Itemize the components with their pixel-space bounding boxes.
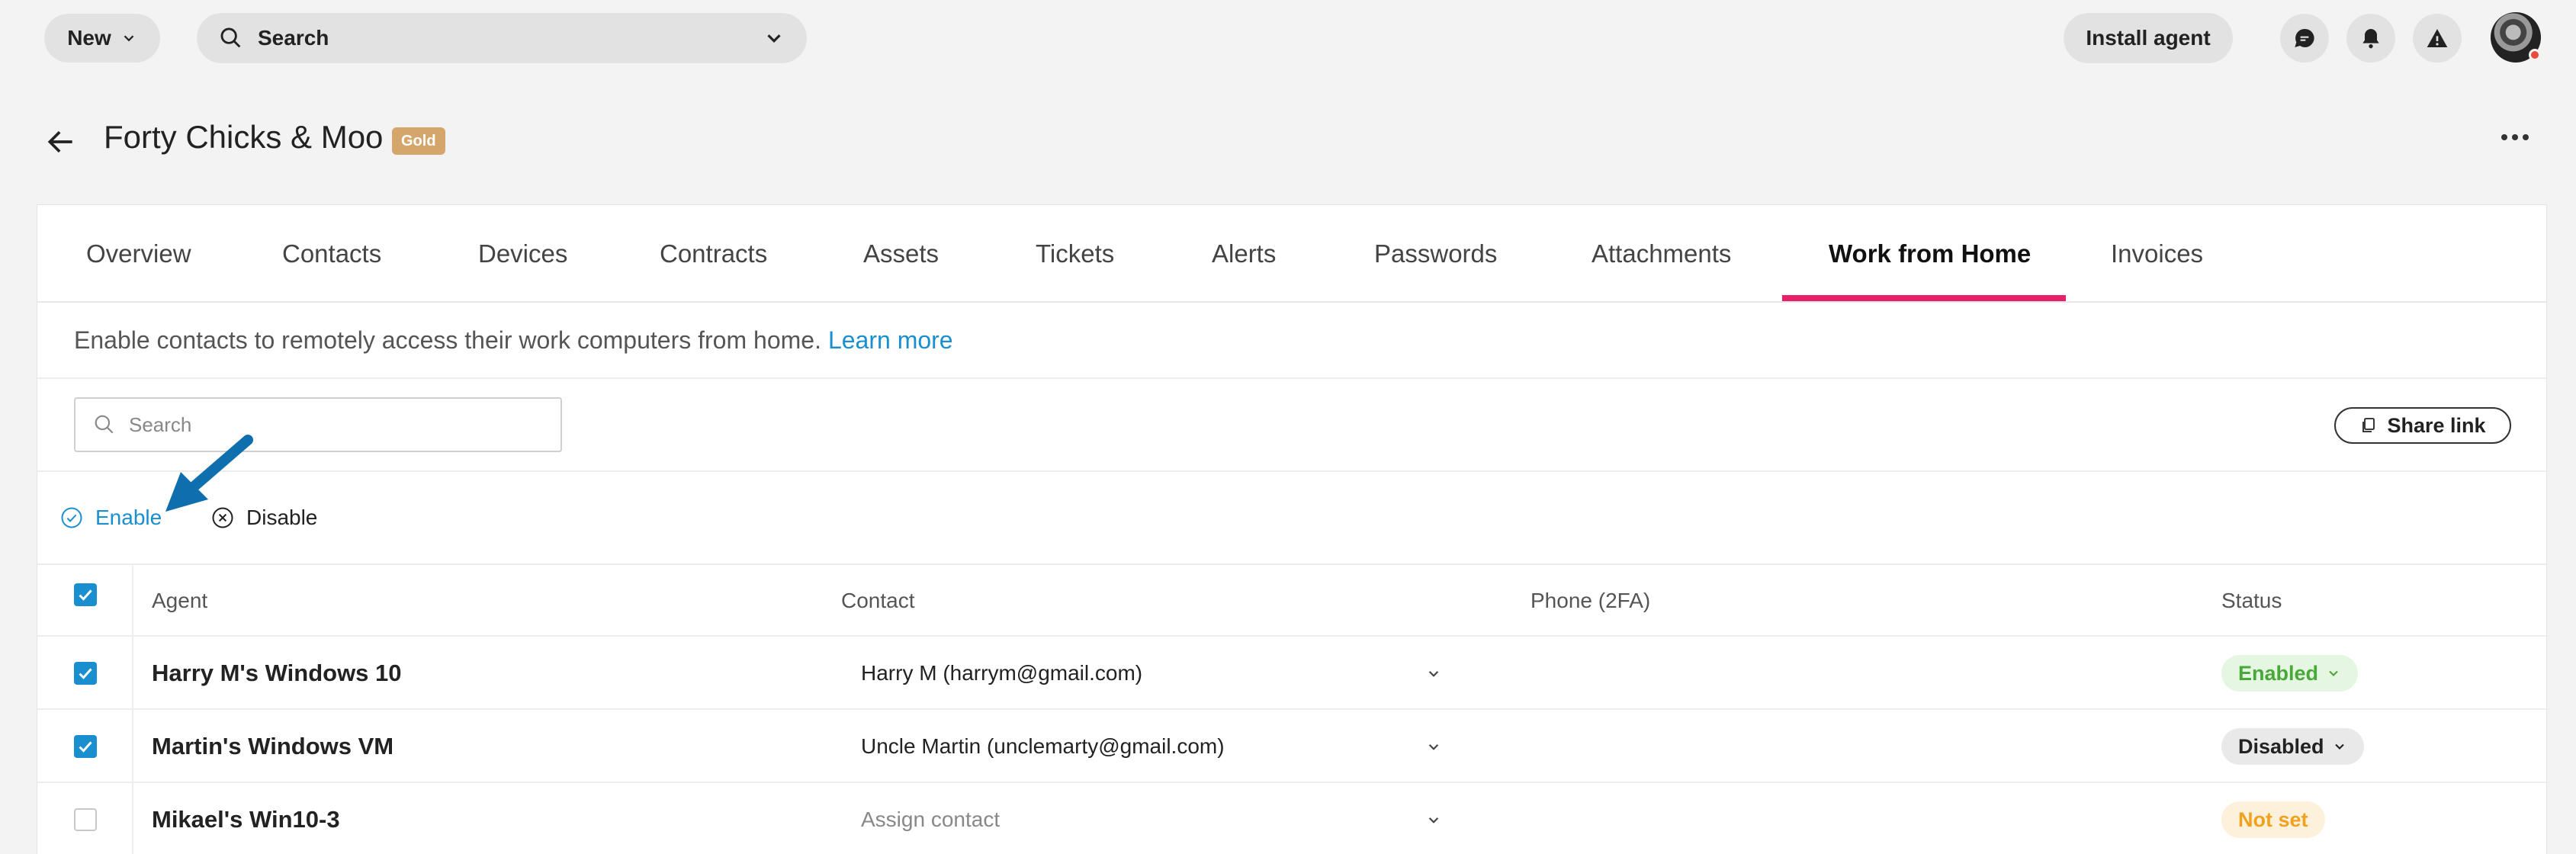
agent-name: Martin's Windows VM xyxy=(152,733,394,759)
checkmark-icon xyxy=(79,741,92,753)
status-dropdown-enabled[interactable]: Enabled xyxy=(2221,655,2359,692)
share-link-button[interactable]: Share link xyxy=(2334,407,2511,444)
page-title: Forty Chicks & Moo xyxy=(104,119,384,155)
select-all-checkbox[interactable] xyxy=(74,583,97,606)
agent-search-field[interactable] xyxy=(74,397,562,452)
contact-select[interactable]: Harry M (harrym@gmail.com) xyxy=(861,637,1142,710)
status-badge-not-set[interactable]: Not set xyxy=(2221,801,2325,838)
top-bar: New Search Install agent xyxy=(0,0,2576,76)
status-label: Disabled xyxy=(2238,734,2324,758)
bell-icon xyxy=(2362,29,2379,49)
column-header-status: Status xyxy=(2221,589,2282,612)
table-row: Harry M's Windows 10 Harry M (harrym@gma… xyxy=(37,637,2546,710)
table-row: Martin's Windows VM Uncle Martin (unclem… xyxy=(37,710,2546,783)
notifications-button[interactable] xyxy=(2346,14,2395,63)
copy-icon xyxy=(2362,418,2375,432)
agent-search-input[interactable] xyxy=(129,413,541,437)
global-search-label: Search xyxy=(258,26,329,50)
tab-overview[interactable]: Overview xyxy=(86,205,191,303)
share-link-label: Share link xyxy=(2387,413,2486,437)
tab-devices[interactable]: Devices xyxy=(478,205,567,303)
checkmark-icon xyxy=(79,589,92,601)
tab-passwords[interactable]: Passwords xyxy=(1374,205,1497,303)
row-checkbox[interactable] xyxy=(74,808,97,831)
tab-attachments[interactable]: Attachments xyxy=(1592,205,1731,303)
row-checkbox[interactable] xyxy=(74,662,97,685)
disable-label: Disable xyxy=(246,506,318,529)
contact-select[interactable]: Uncle Martin (unclemarty@gmail.com) xyxy=(861,710,1225,783)
new-button[interactable]: New xyxy=(44,14,160,63)
tier-badge: Gold xyxy=(392,127,445,155)
new-button-label: New xyxy=(67,26,111,50)
chat-icon xyxy=(2295,28,2314,47)
chevron-down-icon xyxy=(2334,743,2344,750)
learn-more-link[interactable]: Learn more xyxy=(828,326,953,355)
tab-work-from-home[interactable]: Work from Home xyxy=(1829,205,2031,303)
enable-button[interactable]: Enable xyxy=(60,499,162,536)
global-search[interactable]: Search xyxy=(197,13,807,63)
main-card: Overview Contacts Devices Contracts Asse… xyxy=(37,204,2547,854)
status-dot xyxy=(2529,49,2541,61)
install-agent-button[interactable]: Install agent xyxy=(2064,13,2233,63)
chevron-down-icon[interactable] xyxy=(1424,737,1444,756)
chevron-down-icon[interactable] xyxy=(1424,810,1444,830)
search-icon xyxy=(95,415,114,434)
status-label: Not set xyxy=(2238,807,2308,831)
tab-alerts[interactable]: Alerts xyxy=(1212,205,1276,303)
info-text: Enable contacts to remotely access their… xyxy=(74,326,821,354)
chevron-down-icon[interactable] xyxy=(763,27,785,50)
info-banner: Enable contacts to remotely access their… xyxy=(37,303,2546,379)
table-header xyxy=(37,565,2546,637)
row-checkbox[interactable] xyxy=(74,735,97,758)
contact-select[interactable]: Assign contact xyxy=(861,783,1000,854)
tab-bar: Overview Contacts Devices Contracts Asse… xyxy=(37,205,2546,303)
tab-contracts[interactable]: Contracts xyxy=(660,205,767,303)
column-header-contact: Contact xyxy=(841,589,915,612)
chevron-down-icon xyxy=(2329,670,2338,676)
alerts-button[interactable] xyxy=(2413,14,2462,63)
agent-name: Harry M's Windows 10 xyxy=(152,660,402,686)
check-circle-icon xyxy=(61,507,82,528)
avatar[interactable] xyxy=(2491,12,2541,63)
warning-icon xyxy=(2427,29,2448,47)
status-label: Enabled xyxy=(2238,661,2319,685)
enable-label: Enable xyxy=(95,506,162,529)
active-tab-indicator xyxy=(1782,295,2066,301)
table-row: Mikael's Win10-3 Assign contact Not set xyxy=(37,783,2546,854)
column-header-phone: Phone (2FA) xyxy=(1531,589,1651,612)
tab-assets[interactable]: Assets xyxy=(863,205,939,303)
checkmark-icon xyxy=(79,668,92,679)
search-icon xyxy=(220,27,241,48)
tab-tickets[interactable]: Tickets xyxy=(1036,205,1114,303)
chat-button[interactable] xyxy=(2280,14,2329,63)
agent-name: Mikael's Win10-3 xyxy=(152,806,340,833)
more-options-icon[interactable] xyxy=(2501,128,2532,146)
tab-contacts[interactable]: Contacts xyxy=(282,205,381,303)
chevron-down-icon[interactable] xyxy=(1424,663,1444,683)
back-arrow-icon[interactable] xyxy=(44,125,78,159)
column-header-agent: Agent xyxy=(152,589,208,612)
tab-invoices[interactable]: Invoices xyxy=(2111,205,2203,303)
bulk-actions-row xyxy=(37,472,2546,565)
pointer-arrow-icon xyxy=(165,435,253,512)
status-dropdown-disabled[interactable]: Disabled xyxy=(2221,728,2364,765)
chevron-down-icon xyxy=(124,35,134,42)
